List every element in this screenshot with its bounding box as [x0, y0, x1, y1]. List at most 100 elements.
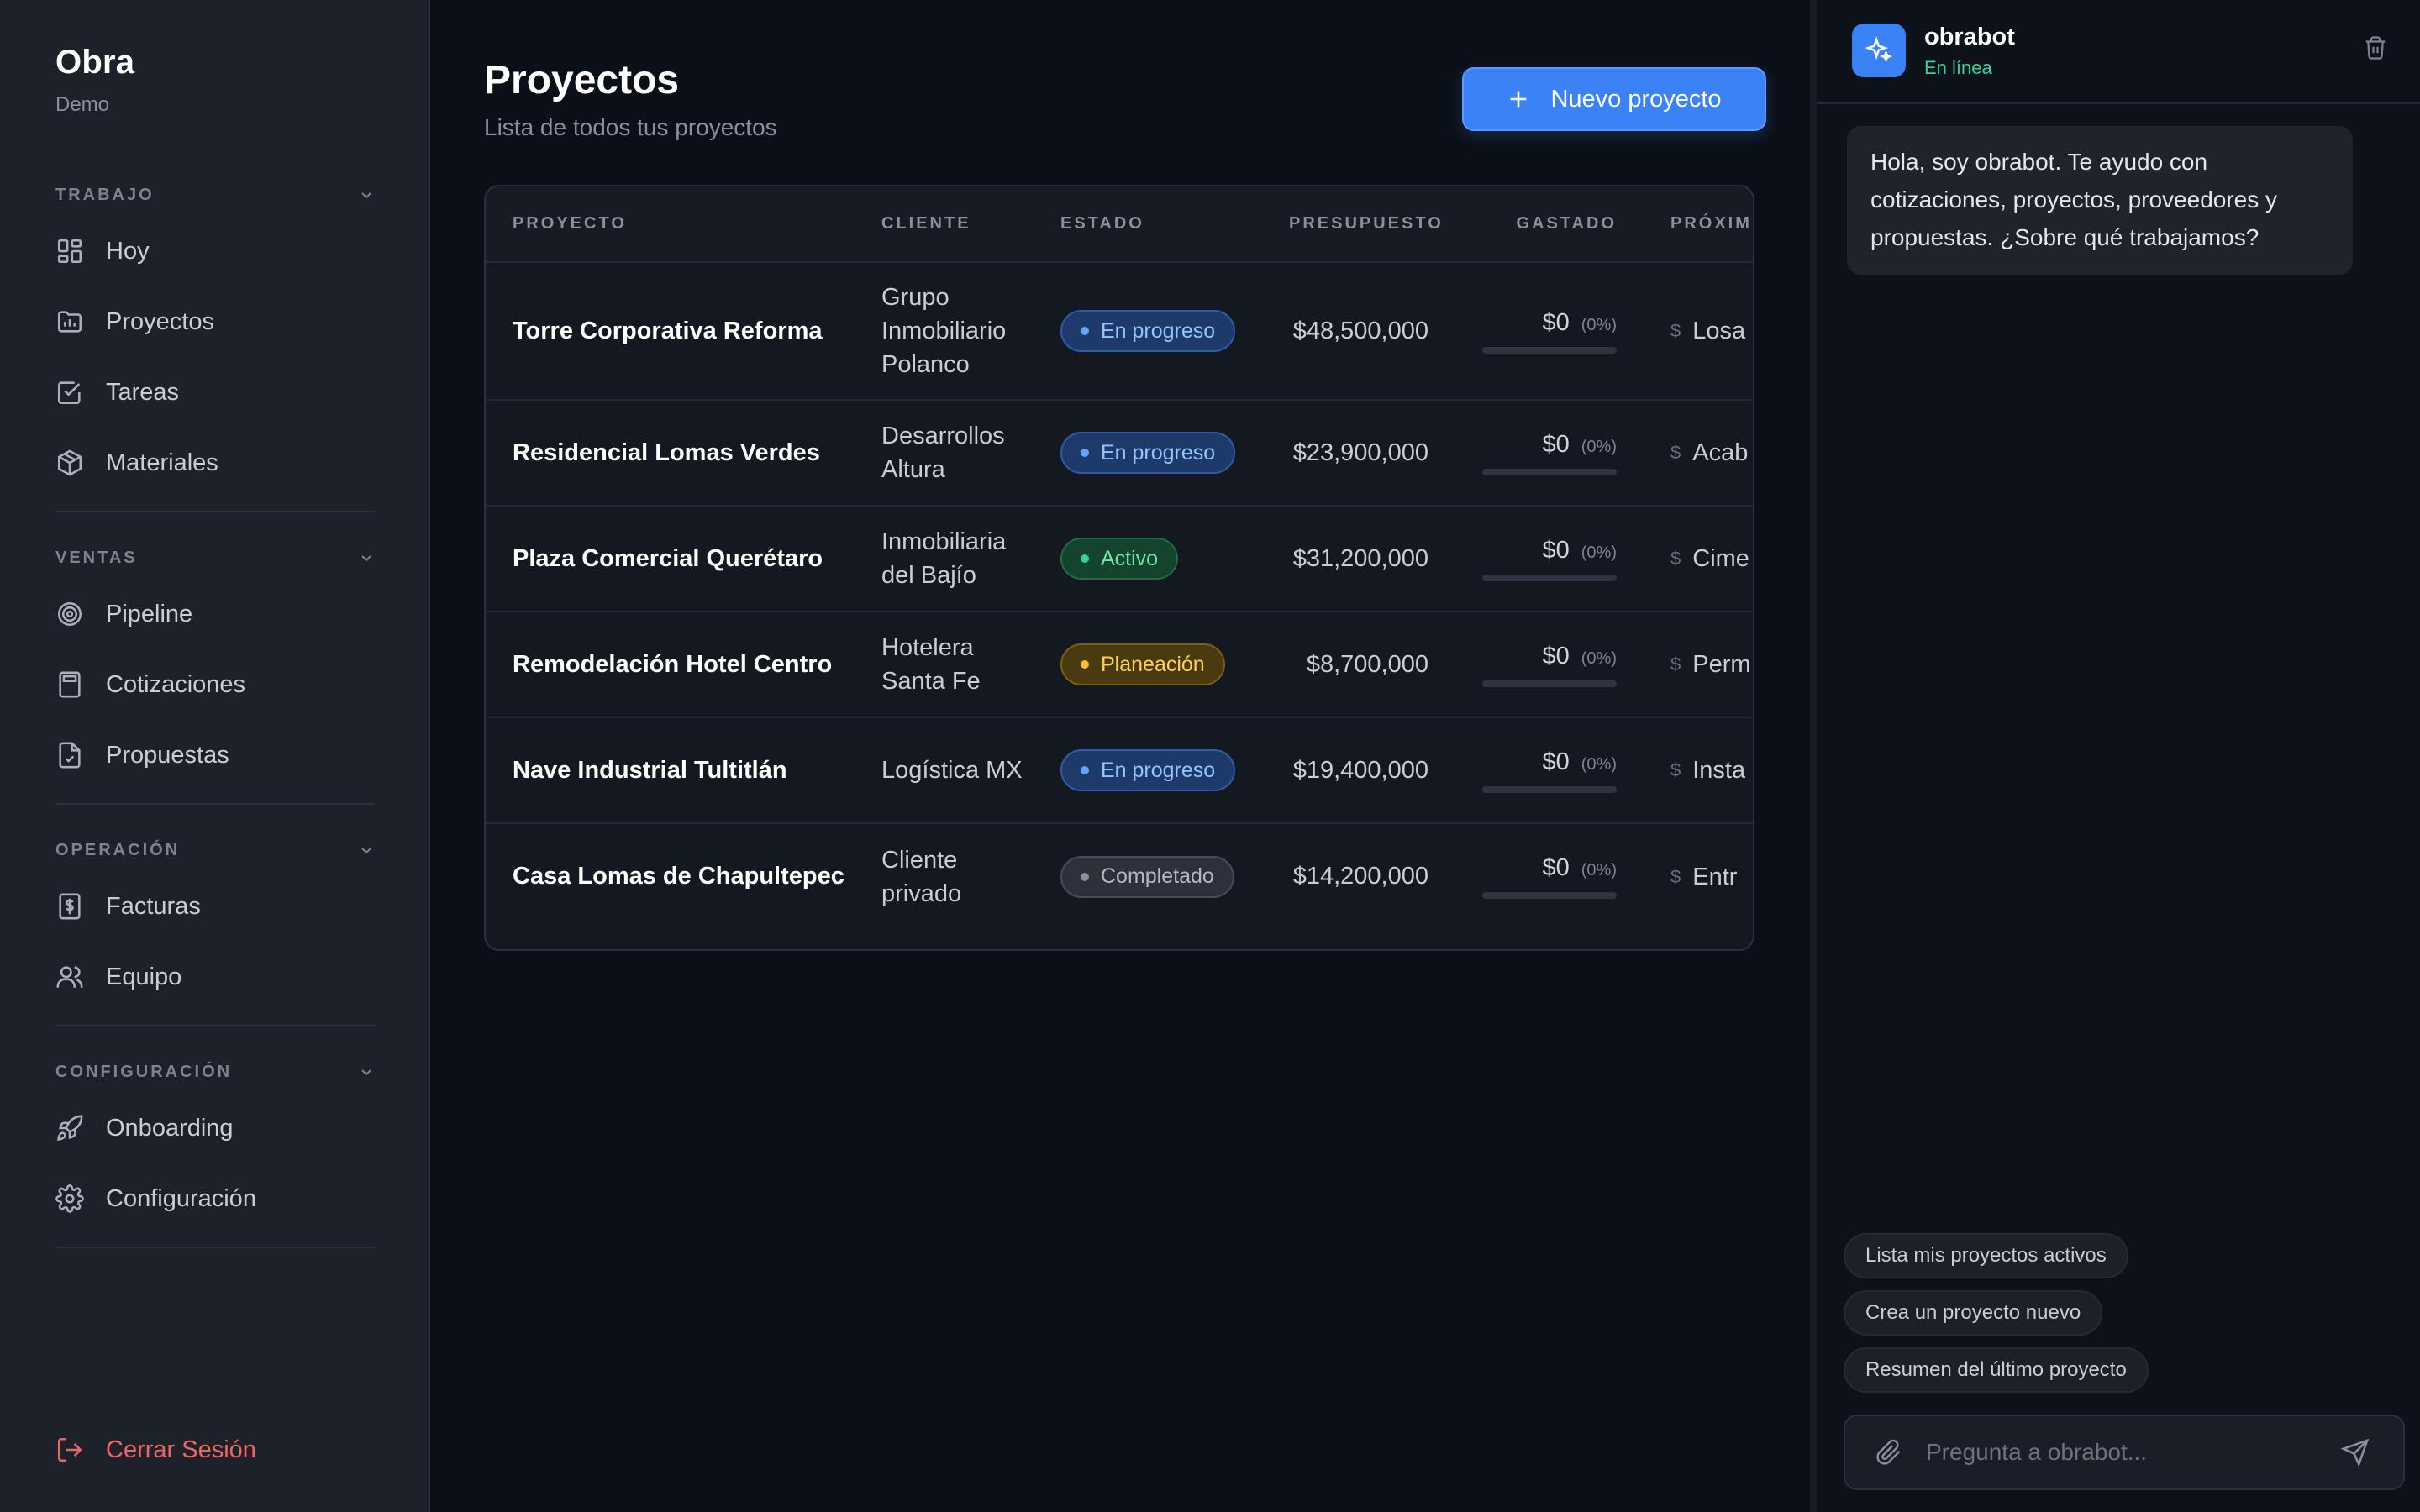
status-label: En progreso	[1101, 318, 1216, 343]
budget-value: $19,400,000	[1262, 717, 1455, 824]
dollar-icon: $	[1670, 548, 1681, 569]
next-milestone: Entr	[1692, 863, 1738, 890]
spent-progress-bar	[1482, 574, 1617, 581]
sidebar-item-cotizaciones[interactable]: Cotizaciones	[55, 660, 375, 709]
spent-value: $0	[1542, 642, 1570, 669]
status-dot	[1081, 449, 1089, 457]
table-row[interactable]: Torre Corporativa Reforma Grupo Inmobilia…	[486, 262, 1753, 401]
paperclip-icon[interactable]	[1876, 1439, 1902, 1466]
dollar-icon: $	[1670, 442, 1681, 463]
sidebar-item-propuestas[interactable]: Propuestas	[55, 731, 375, 780]
sidebar-item-label: Propuestas	[106, 741, 229, 769]
table-row[interactable]: Remodelación Hotel Centro Hotelera Santa …	[486, 612, 1753, 718]
sidebar-item-label: Hoy	[106, 237, 150, 265]
next-cell: $ Acab torre	[1644, 400, 1753, 507]
plus-icon	[1511, 91, 1527, 108]
calculator-icon	[55, 670, 84, 699]
spent-cell: $0 (0%)	[1455, 400, 1644, 507]
suggestion-chip[interactable]: Lista mis proyectos activos	[1844, 1233, 2128, 1278]
suggestion-chip[interactable]: Resumen del último proyecto	[1844, 1347, 2149, 1393]
status-dot	[1081, 660, 1089, 669]
suggestion-chip[interactable]: Crea un proyecto nuevo	[1844, 1290, 2103, 1336]
project-name[interactable]: Remodelación Hotel Centro	[486, 612, 855, 718]
sidebar-item-pipeline[interactable]: Pipeline	[55, 590, 375, 638]
status-dot	[1081, 327, 1089, 335]
status-label: Planeación	[1101, 652, 1205, 676]
column-header-estado[interactable]: ESTADO	[1034, 186, 1262, 263]
spent-cell: $0 (0%)	[1455, 612, 1644, 718]
section-label: OPERACIÓN	[55, 840, 181, 859]
spent-cell: $0 (0%)	[1455, 823, 1644, 929]
sidebar-item-equipo[interactable]: Equipo	[55, 953, 375, 1001]
dollar-icon: $	[1670, 759, 1681, 780]
status-dot	[1081, 554, 1089, 563]
spent-progress-bar	[1482, 468, 1617, 475]
divider	[55, 1025, 375, 1026]
client-name: Hotelera Santa Fe	[855, 612, 1034, 718]
sidebar-item-tareas[interactable]: Tareas	[55, 368, 375, 417]
new-project-button[interactable]: Nuevo proyecto	[1462, 67, 1766, 131]
sidebar-item-label: Onboarding	[106, 1114, 234, 1142]
status-badge: Planeación	[1060, 643, 1225, 685]
client-name: Grupo Inmobiliario Polanco	[855, 262, 1034, 401]
table-row[interactable]: Nave Industrial Tultitlán Logística MX En …	[486, 717, 1753, 824]
status-badge: Activo	[1060, 538, 1179, 580]
chevron-down-icon	[361, 1069, 371, 1076]
chat-composer	[1844, 1415, 2405, 1490]
status-badge: Completado	[1060, 855, 1234, 898]
sidebar-item-facturas[interactable]: Facturas	[55, 882, 375, 931]
project-name[interactable]: Nave Industrial Tultitlán	[486, 717, 855, 824]
invoice-icon	[55, 892, 84, 921]
checkbox-icon	[55, 378, 84, 407]
project-name[interactable]: Residencial Lomas Verdes	[486, 400, 855, 507]
chat-input[interactable]	[1926, 1439, 2341, 1466]
divider	[55, 511, 375, 512]
status-cell: En progreso	[1034, 400, 1262, 507]
next-milestone: Acab torre	[1692, 439, 1753, 466]
spent-percent: (0%)	[1581, 437, 1617, 456]
section-header-operacion[interactable]: OPERACIÓN	[55, 833, 375, 867]
sidebar-item-proyectos[interactable]: Proyectos	[55, 297, 375, 346]
target-icon	[55, 600, 84, 628]
table-row[interactable]: Casa Lomas de Chapultepec Cliente privado…	[486, 823, 1753, 929]
next-cell: $ Entr	[1644, 823, 1753, 929]
spent-progress-bar	[1482, 892, 1617, 899]
project-name[interactable]: Torre Corporativa Reforma	[486, 262, 855, 401]
logout-button[interactable]: Cerrar Sesión	[55, 1425, 375, 1474]
sidebar-item-configuracion[interactable]: Configuración	[55, 1174, 375, 1223]
chevron-down-icon	[361, 192, 371, 199]
project-name[interactable]: Casa Lomas de Chapultepec	[486, 823, 855, 929]
spent-cell: $0 (0%)	[1455, 262, 1644, 401]
status-badge: En progreso	[1060, 310, 1236, 352]
table-row[interactable]: Residencial Lomas Verdes Desarrollos Altu…	[486, 400, 1753, 507]
budget-value: $8,700,000	[1262, 612, 1455, 718]
send-icon[interactable]	[2341, 1438, 2370, 1467]
dashboard-icon	[55, 237, 84, 265]
spent-value: $0	[1542, 536, 1570, 564]
status-label: Completado	[1101, 864, 1214, 888]
section-header-ventas[interactable]: VENTAS	[55, 541, 375, 575]
column-header-presupuesto[interactable]: PRESUPUESTO	[1262, 186, 1455, 263]
sidebar-item-materiales[interactable]: Materiales	[55, 438, 375, 487]
status-badge: En progreso	[1060, 749, 1236, 791]
sidebar-item-hoy[interactable]: Hoy	[55, 227, 375, 276]
budget-value: $14,200,000	[1292, 863, 1428, 890]
section-header-configuracion[interactable]: CONFIGURACIÓN	[55, 1055, 375, 1089]
spent-percent: (0%)	[1581, 861, 1617, 879]
status-label: En progreso	[1101, 758, 1216, 782]
sidebar-item-onboarding[interactable]: Onboarding	[55, 1104, 375, 1152]
project-name[interactable]: Plaza Comercial Querétaro	[486, 506, 855, 612]
column-header-cliente[interactable]: CLIENTE	[855, 186, 1034, 263]
section-header-trabajo[interactable]: TRABAJO	[55, 178, 375, 212]
status-cell: En progreso	[1034, 262, 1262, 401]
trash-icon[interactable]	[2363, 35, 2388, 60]
spent-progress-bar	[1482, 785, 1617, 793]
table-row[interactable]: Plaza Comercial Querétaro Inmobiliaria de…	[486, 506, 1753, 612]
column-header-gastado[interactable]: GASTADO	[1455, 186, 1644, 263]
table-header-row: PROYECTO CLIENTE ESTADO PRESUPUESTO GAST…	[486, 186, 1753, 263]
spent-percent: (0%)	[1581, 648, 1617, 668]
column-header-proyecto[interactable]: PROYECTO	[486, 186, 855, 263]
status-cell: Completado	[1034, 823, 1262, 929]
column-header-proximo[interactable]: PRÓXIM	[1644, 186, 1753, 263]
sidebar-item-label: Proyectos	[106, 307, 214, 335]
